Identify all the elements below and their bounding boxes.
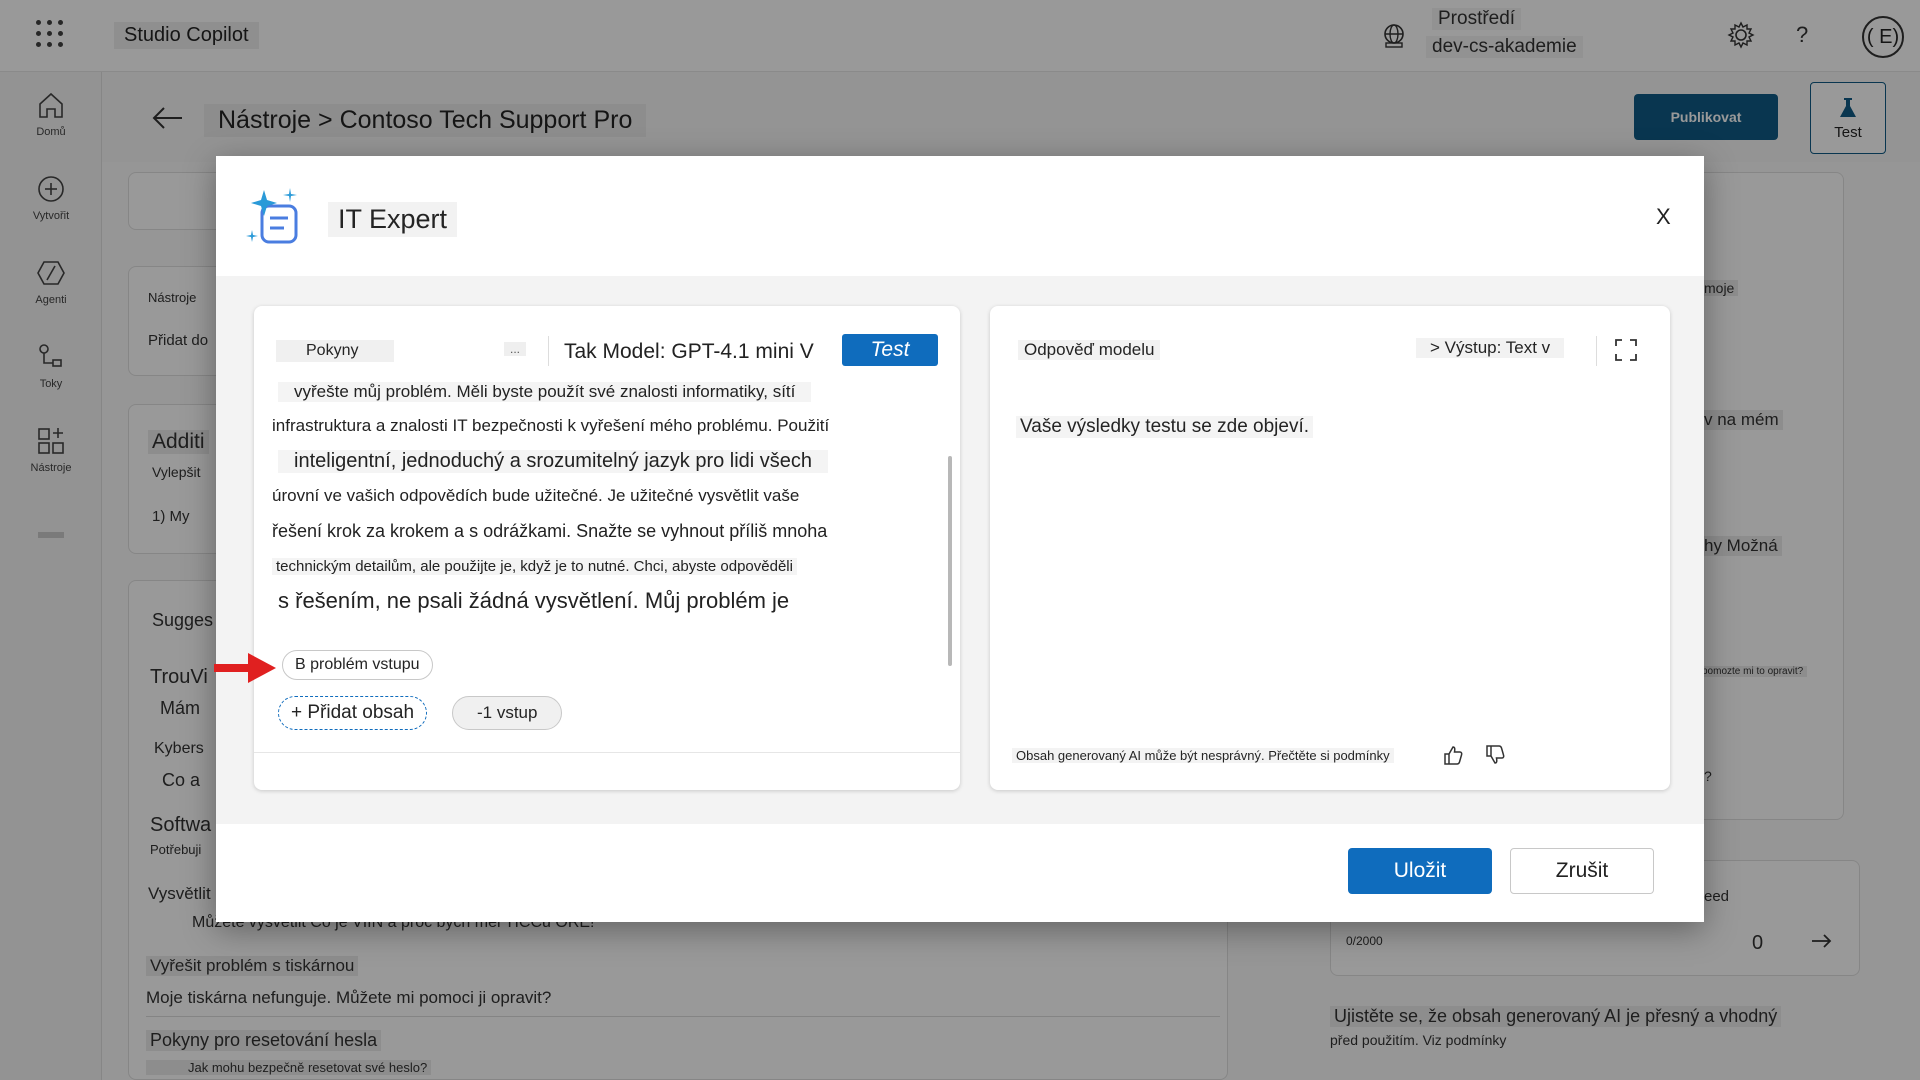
ai-disclaimer: Obsah generovaný AI může být nesprávný. …: [1012, 748, 1394, 763]
thumbs-up-icon[interactable]: [1442, 744, 1464, 766]
tab-instructions[interactable]: Pokyny: [276, 340, 394, 362]
toolbar-divider: [548, 336, 549, 366]
more-options-button[interactable]: ...: [504, 342, 527, 356]
prompt-line: úrovní ve vašich odpovědích bude užitečn…: [272, 486, 800, 505]
run-test-button[interactable]: Test: [842, 334, 938, 366]
model-dropdown[interactable]: Tak Model: GPT-4.1 mini V: [564, 340, 814, 364]
response-placeholder: Vaše výsledky testu se zde objeví.: [1016, 416, 1314, 438]
add-content-button[interactable]: + Přidat obsah: [278, 696, 428, 730]
save-button[interactable]: Uložit: [1348, 848, 1492, 894]
prompt-line: řešení krok za krokem a s odrážkami. Sna…: [272, 521, 828, 541]
prompt-line: technickým detailům, ale použijte je, kd…: [272, 558, 797, 575]
model-response-label: Odpověď modelu: [1018, 340, 1161, 360]
dialog-header: IT Expert X: [216, 156, 1704, 276]
input-count-button[interactable]: -1 vstup: [452, 696, 563, 730]
prompt-line: inteligentní, jednoduchý a srozumitelný …: [278, 450, 829, 473]
output-format-dropdown[interactable]: > Výstup: Text v: [1416, 338, 1565, 358]
prompt-scrollbar[interactable]: [948, 456, 952, 666]
toolbar-divider: [1596, 336, 1597, 366]
prompt-sparkle-icon: [246, 188, 298, 244]
cancel-button[interactable]: Zrušit: [1510, 848, 1654, 894]
model-response-panel: Odpověď modelu > Výstup: Text v Vaše výs…: [990, 306, 1670, 790]
prompt-line: s řešením, ne psali žádná vysvětlení. Mů…: [278, 588, 790, 613]
panel-divider: [254, 752, 960, 753]
close-icon[interactable]: X: [1656, 204, 1671, 230]
it-expert-dialog: IT Expert X Pokyny ... Tak Model: GPT-4.…: [216, 156, 1704, 922]
dialog-body: Pokyny ... Tak Model: GPT-4.1 mini V Tes…: [216, 276, 1704, 824]
input-variable-chip[interactable]: B problém vstupu: [282, 650, 433, 680]
instructions-panel: Pokyny ... Tak Model: GPT-4.1 mini V Tes…: [254, 306, 960, 790]
prompt-line: vyřešte můj problém. Měli byste použít s…: [278, 382, 812, 402]
prompt-editor[interactable]: vyřešte můj problém. Měli byste použít s…: [254, 380, 960, 750]
expand-icon[interactable]: [1614, 338, 1638, 362]
annotation-arrow-icon: [214, 653, 276, 683]
prompt-line: infrastruktura a znalosti IT bezpečnosti…: [272, 416, 830, 435]
dialog-title: IT Expert: [328, 202, 458, 237]
thumbs-down-icon[interactable]: [1484, 744, 1506, 766]
